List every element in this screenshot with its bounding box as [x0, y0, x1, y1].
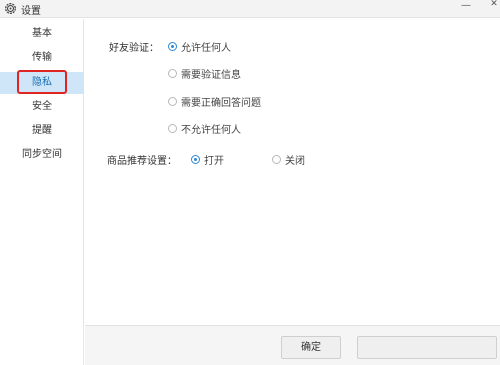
radio-label: 关闭 — [285, 156, 305, 167]
sidebar-item-security[interactable]: 安全 — [0, 96, 84, 118]
radio-require-answer[interactable]: 需要正确回答问题 — [168, 94, 261, 109]
close-button[interactable]: ✕ — [488, 0, 500, 9]
sidebar-item-basic[interactable]: 基本 — [0, 23, 84, 45]
radio-label: 打开 — [204, 156, 224, 167]
friend-verification-label: 好友验证： — [109, 43, 159, 54]
privacy-settings-panel: 好友验证： 允许任何人 需要验证信息 需要正确回答问题 不允许任何人 商品推荐设… — [85, 19, 500, 325]
radio-label: 需要验证信息 — [181, 70, 241, 81]
settings-window: 设置 — ✕ 基本 传输 隐私 安全 提醒 同步空间 好友验证： 允许任何人 需… — [0, 0, 500, 365]
dialog-footer: 确定 — [85, 325, 500, 365]
radio-deny-anyone[interactable]: 不允许任何人 — [168, 121, 241, 136]
radio-recommend-off[interactable]: 关闭 — [272, 152, 305, 167]
title-bar: 设置 — ✕ — [0, 0, 500, 18]
radio-unchecked-icon — [168, 97, 177, 106]
radio-label: 需要正确回答问题 — [181, 98, 261, 109]
secondary-button[interactable] — [357, 336, 497, 359]
sidebar-item-transfer[interactable]: 传输 — [0, 47, 84, 69]
minimize-button[interactable]: — — [460, 0, 472, 11]
gear-icon — [5, 3, 16, 14]
radio-recommend-on[interactable]: 打开 — [191, 152, 224, 167]
radio-label: 允许任何人 — [181, 43, 231, 54]
radio-unchecked-icon — [272, 155, 281, 164]
radio-checked-icon — [191, 155, 200, 164]
recommend-settings-label: 商品推荐设置： — [107, 156, 177, 167]
window-title: 设置 — [21, 6, 41, 17]
settings-sidebar: 基本 传输 隐私 安全 提醒 同步空间 — [0, 19, 84, 365]
sidebar-item-privacy[interactable]: 隐私 — [0, 72, 84, 94]
radio-allow-anyone[interactable]: 允许任何人 — [168, 39, 231, 54]
ok-button[interactable]: 确定 — [281, 336, 341, 359]
radio-unchecked-icon — [168, 124, 177, 133]
radio-label: 不允许任何人 — [181, 125, 241, 136]
sidebar-item-sync-space[interactable]: 同步空间 — [0, 144, 84, 166]
radio-unchecked-icon — [168, 69, 177, 78]
sidebar-item-reminder[interactable]: 提醒 — [0, 120, 84, 142]
radio-checked-icon — [168, 42, 177, 51]
radio-require-verification[interactable]: 需要验证信息 — [168, 66, 241, 81]
